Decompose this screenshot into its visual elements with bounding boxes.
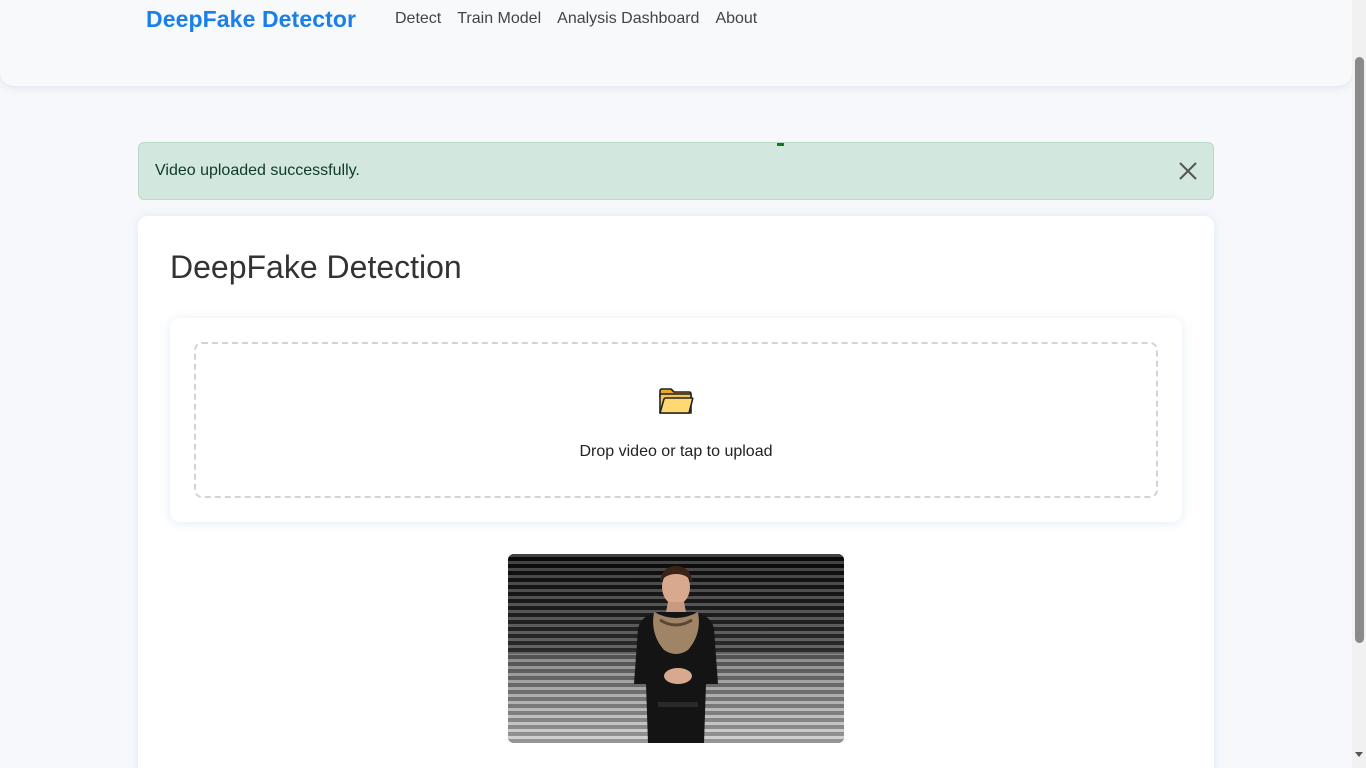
close-icon[interactable] bbox=[1177, 160, 1199, 182]
success-alert: Video uploaded successfully. bbox=[138, 142, 1214, 200]
brand-logo-text[interactable]: DeepFake Detector bbox=[146, 6, 356, 33]
upload-prompt: Drop video or tap to upload bbox=[579, 443, 773, 460]
page-title: DeepFake Detection bbox=[170, 249, 462, 285]
alert-message: Video uploaded successfully. bbox=[155, 162, 360, 179]
folder-icon bbox=[659, 388, 694, 414]
nav-links: Detect Train Model Analysis Dashboard Ab… bbox=[395, 10, 757, 28]
upload-panel: Drop video or tap to upload bbox=[170, 318, 1182, 522]
nav-link-analysis-dashboard[interactable]: Analysis Dashboard bbox=[557, 10, 699, 28]
scrollbar-thumb[interactable] bbox=[1355, 57, 1364, 643]
detection-card: DeepFake Detection Drop video or tap to … bbox=[138, 216, 1214, 768]
page-scrollbar[interactable] bbox=[1352, 0, 1366, 768]
nav-link-about[interactable]: About bbox=[715, 10, 757, 28]
video-thumbnail bbox=[508, 554, 844, 743]
nav-link-train-model[interactable]: Train Model bbox=[457, 10, 541, 28]
top-navbar: DeepFake Detector Detect Train Model Ana… bbox=[0, 0, 1352, 86]
alert-progress-indicator bbox=[777, 143, 784, 146]
video-preview[interactable] bbox=[508, 554, 844, 743]
page: DeepFake Detector Detect Train Model Ana… bbox=[0, 0, 1366, 768]
nav-link-detect[interactable]: Detect bbox=[395, 10, 441, 28]
video-dropzone[interactable]: Drop video or tap to upload bbox=[194, 342, 1158, 498]
scroll-down-arrow-icon[interactable] bbox=[1355, 751, 1363, 759]
